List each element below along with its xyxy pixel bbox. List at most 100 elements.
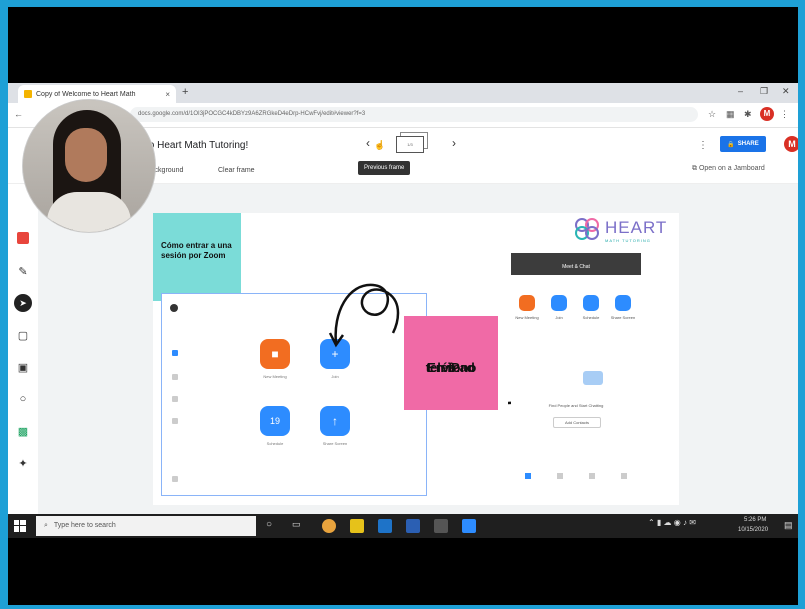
browser-menu-icon[interactable]: ⋮	[780, 109, 789, 120]
clock-date[interactable]: 10/15/2020	[738, 527, 768, 533]
share-label: SHARE	[737, 141, 759, 147]
textbox-icon[interactable]: ▩	[16, 424, 30, 438]
windows-taskbar: ⌕ Type here to search ○ ▭ ⌃ ▮ ☁ ◉ ♪ ✉ 5:2…	[8, 514, 798, 538]
zoom-phone-screenshot[interactable]: Meet & Chat New Meeting Join Schedule Sh…	[511, 253, 641, 498]
windows-start-icon[interactable]	[14, 520, 26, 532]
phone-share-label: Share Screen	[610, 315, 636, 320]
task-view-icon[interactable]: ○	[266, 519, 272, 530]
eraser-icon[interactable]: ✎	[16, 264, 30, 278]
chat-icon	[172, 374, 178, 380]
pink-note-text: En iPad vs. teléfono	[404, 338, 498, 375]
heart-logo-subtitle: MATH TUTORING	[605, 238, 651, 243]
phone-schedule-label: Schedule	[582, 315, 600, 320]
phone-nav-home-icon	[525, 473, 531, 479]
image-icon[interactable]: ▣	[16, 360, 30, 374]
puzzle-icon[interactable]: ✱	[744, 109, 752, 120]
pink-line-3: teléfono	[425, 360, 477, 375]
chrome-taskbar-icon[interactable]	[322, 519, 336, 533]
phone-join-tile	[551, 295, 567, 311]
pen-tool-icon[interactable]	[17, 232, 29, 244]
phone-header: Meet & Chat	[511, 253, 641, 275]
phone-schedule-tile	[583, 295, 599, 311]
outlook-icon[interactable]	[378, 519, 392, 533]
zoom-avatar-icon	[170, 304, 178, 312]
document-title[interactable]: to Heart Math Tutoring!	[146, 140, 248, 151]
phone-info-text: Find People and Start Chatting	[548, 403, 604, 408]
webcam-overlay	[22, 99, 156, 233]
tool-palette: ✎ ➤ ▢ ▣ ○ ▩ ✦	[8, 228, 38, 478]
system-tray-icons[interactable]: ⌃ ▮ ☁ ◉ ♪ ✉	[648, 518, 696, 527]
minimize-button[interactable]: –	[738, 86, 743, 96]
new-meeting-tile: ■	[260, 339, 290, 369]
laser-icon[interactable]: ✦	[16, 456, 30, 470]
extension-icon[interactable]: ▦	[726, 109, 735, 120]
back-icon[interactable]: ←	[14, 109, 23, 119]
open-jamboard-button[interactable]: ⧉ Open on a Jamboard	[692, 165, 765, 173]
add-contacts-button: Add Contacts	[553, 417, 601, 428]
taskbar-search-input[interactable]: ⌕ Type here to search	[36, 516, 256, 536]
heart-logo-icon	[575, 218, 599, 240]
home-icon	[172, 350, 178, 356]
notifications-icon[interactable]: ▤	[784, 520, 793, 531]
phone-join-label: Join	[555, 315, 563, 320]
phone-nav-meetings-icon	[589, 473, 595, 479]
cast-icon: ⧉	[692, 165, 699, 172]
teal-note-text: Cómo entrar a una sesión por Zoom	[161, 241, 232, 260]
chat-bubble-icon	[583, 371, 603, 385]
url-field[interactable]: docs.google.com/d/1OI3jPOCGC4kDBYz9A6ZRG…	[130, 107, 698, 122]
clear-frame-button[interactable]: Clear frame	[218, 167, 255, 174]
file-explorer-icon[interactable]	[350, 519, 364, 533]
circle-shape-icon[interactable]: ○	[16, 392, 30, 406]
tab-title: Copy of Welcome to Heart Math	[36, 90, 136, 98]
curly-arrow-down-icon	[328, 283, 400, 348]
close-window-button[interactable]: ✕	[782, 86, 790, 97]
maximize-button[interactable]: ❐	[760, 86, 768, 97]
jamboard-canvas[interactable]: Cómo entrar a una sesión por Zoom ■ New …	[153, 213, 679, 505]
schedule-label: Schedule	[266, 441, 284, 446]
tab-close-icon[interactable]: ×	[165, 90, 170, 99]
search-placeholder: Type here to search	[53, 522, 116, 529]
phone-new-meeting-label: New Meeting	[515, 315, 539, 320]
phone-share-tile	[615, 295, 631, 311]
app-icon[interactable]	[434, 519, 448, 533]
settings-icon	[172, 476, 178, 482]
search-icon: ⌕	[44, 522, 48, 529]
zoom-taskbar-icon[interactable]	[462, 519, 476, 533]
phone-nav-chat-icon	[557, 473, 563, 479]
share-screen-tile: ↑	[320, 406, 350, 436]
select-arrow-icon[interactable]: ➤	[14, 294, 32, 312]
meetings-icon	[172, 396, 178, 402]
phone-title: Meet & Chat	[562, 264, 590, 270]
teal-sticky-note[interactable]: Cómo entrar a una sesión por Zoom	[153, 213, 241, 301]
cortana-icon[interactable]: ▭	[292, 519, 301, 530]
cursor-hand-icon: ☝	[374, 140, 386, 150]
jamboard-profile-avatar[interactable]: M	[784, 136, 798, 152]
presenter-face	[65, 128, 107, 182]
share-screen-label: Share Screen	[322, 441, 348, 446]
join-label: Join	[331, 374, 339, 379]
sticky-note-icon[interactable]: ▢	[16, 328, 30, 342]
more-options-icon[interactable]: ⋮	[698, 140, 708, 151]
previous-frame-button[interactable]: ‹	[366, 136, 370, 150]
schedule-tile: 19	[260, 406, 290, 436]
lock-icon: 🔒	[727, 141, 735, 148]
frame-thumbnail[interactable]: 1/3	[396, 136, 424, 153]
open-jamboard-label: Open on a Jamboard	[698, 165, 765, 172]
star-icon[interactable]: ☆	[708, 109, 716, 120]
previous-frame-tooltip: Previous frame	[358, 161, 411, 175]
new-meeting-label: New Meeting	[263, 374, 287, 379]
next-frame-button[interactable]: ›	[452, 136, 456, 150]
jamboard-favicon-icon	[24, 90, 32, 98]
clock-time[interactable]: 5:26 PM	[744, 517, 766, 523]
presenter-shirt	[47, 192, 131, 232]
phone-nav-settings-icon	[621, 473, 627, 479]
new-tab-button[interactable]: +	[182, 86, 188, 98]
phone-new-meeting-tile	[519, 295, 535, 311]
word-icon[interactable]	[406, 519, 420, 533]
pink-sticky-note[interactable]: En iPad vs. teléfono	[404, 316, 498, 410]
contacts-icon	[172, 418, 178, 424]
share-button[interactable]: 🔒 SHARE	[720, 136, 766, 152]
heart-logo-text: HEART	[605, 218, 668, 237]
video-frame: Copy of Welcome to Heart Math × + – ❐ ✕ …	[8, 7, 798, 605]
browser-profile-avatar[interactable]: M	[760, 107, 774, 121]
